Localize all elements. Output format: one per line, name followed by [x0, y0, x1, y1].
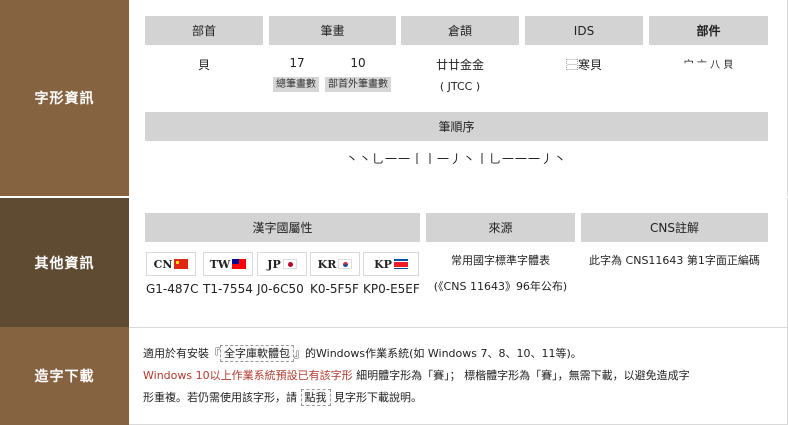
flag-cn[interactable]: CN	[146, 252, 196, 276]
flag-jp-label: JP	[267, 257, 281, 271]
cangjie-header: 倉頡	[401, 16, 519, 45]
download-line3-post: 見字形下載說明。	[330, 391, 422, 404]
code-kp: KP0-E5EF	[363, 282, 420, 296]
cns-header: CNS註解	[581, 213, 768, 242]
flag-kr[interactable]: KR	[310, 252, 360, 276]
download-line3: 形重複。若仍需使用該字形，請 點我 見字形下載說明。	[143, 387, 777, 409]
strokes-header: 筆畫	[269, 16, 396, 45]
ids-value: ⿱寒貝	[565, 58, 602, 72]
download-line2-post: 細明體字形為「賽」； 標楷體字形為「賽」，無需下載，以避免造成字	[352, 369, 690, 382]
cangjie-code: ( JTCC )	[439, 80, 481, 93]
radical-value: 貝	[197, 58, 210, 72]
total-strokes-value: 17	[289, 56, 305, 70]
source-line2: (《CNS 11643》96年公布)	[433, 280, 568, 293]
flag-kp-label: KP	[374, 257, 392, 271]
glyph-info-section: 字形資訊 部首 筆畫 倉頡 IDS 部件 貝 17 10 總筆畫數 部首外筆畫數…	[0, 0, 788, 196]
code-kr: K0-5F5F	[310, 282, 359, 296]
glyph-info-content: 部首 筆畫 倉頡 IDS 部件 貝 17 10 總筆畫數 部首外筆畫數 廿廿金金…	[129, 0, 788, 196]
china-flag-icon	[174, 259, 189, 269]
flag-kr-label: KR	[317, 257, 337, 271]
flag-tw[interactable]: TW	[203, 252, 253, 276]
japan-flag-icon	[282, 259, 297, 269]
ids-header: IDS	[525, 16, 643, 45]
north-korea-flag-icon	[393, 259, 408, 269]
download-line2: Windows 10以上作業系統預設已有該字形 細明體字形為「賽」； 標楷體字形…	[143, 365, 777, 387]
click-me-link[interactable]: 點我	[300, 389, 331, 406]
components-value: 宀 亠 八 貝	[683, 60, 734, 71]
code-jp: J0-6C50	[257, 282, 304, 296]
download-section: 造字下載 適用於有安裝『 全字庫軟體包 』的Windows作業系統(如 Window…	[0, 327, 788, 425]
download-line1-pre: 適用於有安裝『	[143, 347, 220, 360]
other-info-section: 其他資訊 漢字國屬性 來源 CNS註解 CN TW JP KR KP G1-48…	[0, 196, 788, 327]
flag-jp[interactable]: JP	[257, 252, 307, 276]
attribution-header: 漢字國屬性	[145, 213, 420, 242]
stroke-order-header: 筆順序	[145, 112, 768, 141]
code-tw: T1-7554	[203, 282, 253, 296]
other-info-label: 其他資訊	[0, 198, 129, 327]
korea-flag-icon	[338, 259, 353, 269]
extra-strokes-label: 部首外筆畫數	[325, 77, 391, 92]
source-line1: 常用國字標準字體表	[451, 254, 550, 267]
source-header: 來源	[426, 213, 575, 242]
download-line1: 適用於有安裝『 全字庫軟體包 』的Windows作業系統(如 Windows 7、8…	[143, 343, 777, 365]
flag-tw-label: TW	[209, 257, 231, 271]
download-label: 造字下載	[0, 327, 129, 425]
flag-cn-label: CN	[153, 257, 173, 271]
cns-value: 此字為 CNS11643 第1字面正編碼	[589, 254, 760, 267]
components-header: 部件	[649, 16, 768, 45]
other-info-content: 漢字國屬性 來源 CNS註解 CN TW JP KR KP G1-487C T1…	[129, 198, 788, 327]
font-package-link[interactable]: 全字庫軟體包	[220, 345, 294, 362]
extra-strokes-value: 10	[350, 56, 366, 70]
download-line1-post: 』的Windows作業系統(如 Windows 7、8、10、11等)。	[294, 347, 582, 360]
total-strokes-label: 總筆畫數	[273, 77, 319, 92]
stroke-order-value: 丶丶乚一一丨丨一丿丶丨乚一一一丿丶	[345, 152, 567, 166]
download-content: 適用於有安裝『 全字庫軟體包 』的Windows作業系統(如 Windows 7、8…	[129, 327, 788, 425]
taiwan-flag-icon	[232, 259, 247, 269]
download-line3-pre: 形重複。若仍需使用該字形，請	[143, 391, 301, 404]
glyph-info-label: 字形資訊	[0, 0, 129, 196]
flag-kp[interactable]: KP	[363, 252, 419, 276]
cangjie-value: 廿廿金金	[435, 58, 484, 72]
windows-note: Windows 10以上作業系統預設已有該字形	[143, 369, 353, 382]
code-cn: G1-487C	[146, 282, 199, 296]
radical-header: 部首	[145, 16, 263, 45]
